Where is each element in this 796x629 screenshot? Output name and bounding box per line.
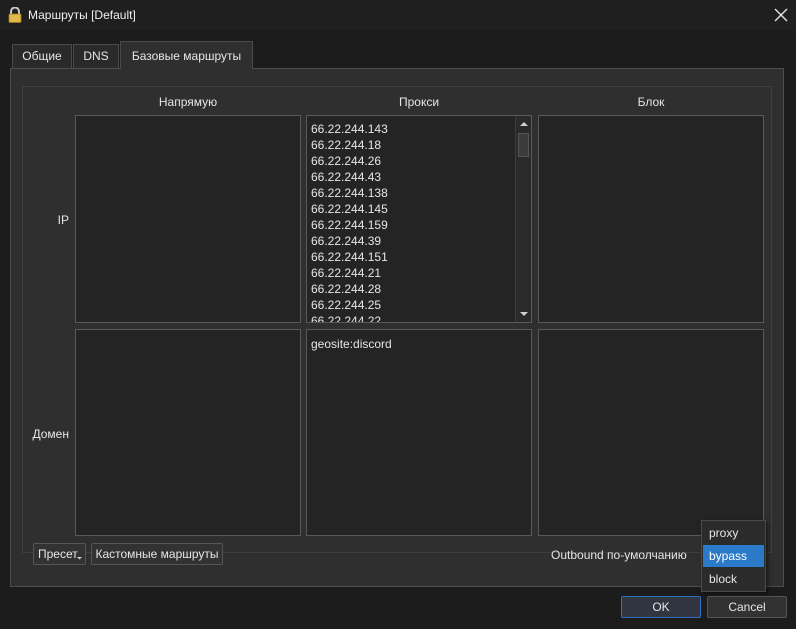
block-ip-textarea[interactable] (538, 115, 764, 323)
window-title: Маршруты [Default] (28, 8, 136, 22)
tab-dns[interactable]: DNS (73, 44, 119, 68)
option-bypass[interactable]: bypass (703, 545, 764, 567)
list-item: 66.22.244.138 (311, 186, 388, 200)
list-item: 66.22.244.26 (311, 154, 382, 168)
scroll-down-arrow-icon[interactable] (518, 307, 530, 321)
list-item: 66.22.244.143 (311, 122, 388, 136)
preset-button-label: Пресет (38, 547, 78, 561)
app-lock-icon (8, 7, 22, 23)
direct-ip-textarea[interactable] (75, 115, 301, 323)
list-item: 66.22.244.151 (311, 250, 388, 264)
row-label-ip: IP (57, 213, 69, 227)
preset-button[interactable]: Пресет (33, 543, 86, 565)
tab-general[interactable]: Общие (12, 44, 72, 68)
custom-routes-button[interactable]: Кастомные маршруты (91, 543, 223, 565)
proxy-ip-list: 66.22.244.143 66.22.244.18 66.22.244.26 … (311, 121, 513, 322)
scroll-thumb[interactable] (518, 133, 529, 157)
list-item: 66.22.244.28 (311, 282, 382, 296)
proxy-ip-textarea[interactable]: 66.22.244.143 66.22.244.18 66.22.244.26 … (306, 115, 532, 323)
list-item: 66.22.244.18 (311, 138, 382, 152)
list-item: 66.22.244.21 (311, 266, 382, 280)
direct-domain-textarea[interactable] (75, 329, 301, 536)
list-item: 66.22.244.39 (311, 234, 382, 248)
list-item: 66.22.244.25 (311, 298, 382, 312)
title-bar: Маршруты [Default] (0, 0, 796, 30)
list-item: geosite:discord (311, 337, 392, 351)
outbound-label: Outbound по-умолчанию (551, 548, 687, 562)
column-header-proxy: Прокси (398, 95, 440, 109)
row-label-domain: Домен (32, 427, 70, 441)
option-block[interactable]: block (703, 568, 764, 590)
scroll-up-arrow-icon[interactable] (518, 117, 530, 131)
column-header-block: Блок (637, 95, 665, 109)
list-item: 66.22.244.43 (311, 170, 382, 184)
close-icon (774, 8, 788, 22)
list-item: 66.22.244.22 (311, 314, 382, 322)
column-header-direct: Напрямую (158, 95, 218, 109)
proxy-ip-scrollbar[interactable] (515, 116, 531, 322)
cancel-button[interactable]: Cancel (707, 596, 787, 618)
ok-button[interactable]: OK (621, 596, 701, 618)
proxy-domain-textarea[interactable]: geosite:discord (306, 329, 532, 536)
close-button[interactable] (766, 0, 796, 30)
option-proxy[interactable]: proxy (703, 522, 764, 544)
list-item: 66.22.244.159 (311, 218, 388, 232)
block-domain-textarea[interactable] (538, 329, 764, 536)
tab-base-routes[interactable]: Базовые маршруты (120, 41, 253, 69)
menu-arrow-icon (77, 557, 82, 560)
list-item: 66.22.244.145 (311, 202, 388, 216)
outbound-dropdown-menu[interactable]: proxy bypass block (701, 520, 766, 592)
